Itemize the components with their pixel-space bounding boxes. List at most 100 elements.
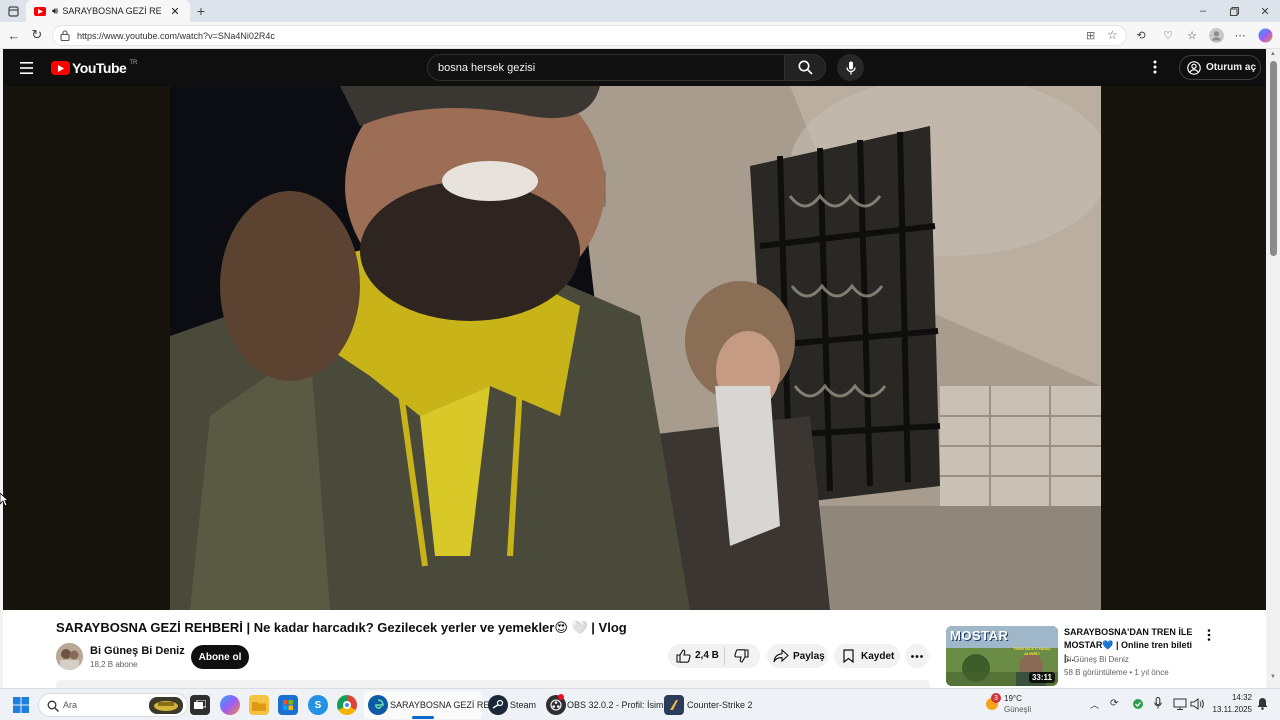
scroll-down-icon[interactable]: ▼ (1270, 674, 1276, 680)
new-tab-icon[interactable]: + (193, 3, 209, 19)
subscribe-button[interactable]: Abone ol (191, 645, 249, 669)
channel-name[interactable]: Bi Güneş Bi Deniz (90, 645, 185, 657)
page-scrollbar[interactable]: ▲ ▼ (1267, 49, 1280, 688)
close-window-icon[interactable]: ✕ (1257, 3, 1273, 19)
dislike-button[interactable] (734, 649, 749, 666)
favorite-star-icon[interactable]: ☆ (1107, 28, 1118, 42)
subscriber-count: 18,2 B abone (90, 660, 138, 669)
notification-bell-icon[interactable] (1257, 697, 1268, 715)
profile-avatar-icon[interactable] (1208, 27, 1224, 43)
copilot-icon[interactable] (1257, 27, 1273, 43)
taskbar-app-label: Counter-Strike 2 (687, 700, 753, 710)
weather-temp: 19°C (1004, 694, 1022, 703)
microphone-tray-icon[interactable] (1154, 697, 1162, 712)
like-button[interactable] (676, 649, 691, 666)
site-info-icon[interactable] (60, 30, 70, 43)
windows-start-icon[interactable] (13, 697, 29, 718)
active-indicator (412, 716, 434, 719)
video-player[interactable] (3, 86, 1266, 610)
account-circle-icon (1187, 61, 1201, 78)
video-duration: 33:11 (1028, 672, 1055, 683)
scroll-up-icon[interactable]: ▲ (1270, 51, 1276, 57)
app-available-icon[interactable]: ⊞ (1086, 29, 1095, 42)
description-box[interactable] (56, 680, 930, 688)
youtube-logo-text: YouTube (72, 60, 127, 76)
youtube-favicon-icon (34, 6, 46, 16)
taskbar-search-icon (47, 699, 59, 717)
scrollbar-thumb[interactable] (1270, 61, 1277, 256)
thumbnail-text: MOSTAR (950, 628, 1009, 643)
taskbar-search-box[interactable]: Ara (38, 693, 188, 717)
browser-tab-active[interactable]: 🔊︎ SARAYBOSNA GEZİ REHBERİ ✕ (26, 0, 190, 22)
thumbs-up-icon (676, 649, 691, 663)
youtube-play-icon (51, 61, 70, 75)
weather-widget[interactable]: 3 19°C Güneşli (982, 693, 1042, 717)
microsoft-store-icon[interactable] (278, 695, 298, 715)
favorites-icon[interactable]: ☆ (1184, 27, 1200, 43)
refresh-icon[interactable]: ↻ (29, 27, 45, 43)
sync-tray-icon[interactable]: ⟳ (1110, 698, 1118, 709)
taskbar-app-edge[interactable]: SARAYBOSNA GEZİ REH (364, 691, 496, 719)
voice-search-button[interactable] (837, 54, 864, 81)
guide-menu-icon[interactable] (20, 61, 33, 79)
channel-avatar[interactable] (56, 643, 83, 670)
search-button[interactable] (784, 54, 826, 81)
back-icon[interactable]: ← (6, 27, 22, 43)
skype-icon[interactable]: S (308, 695, 328, 715)
file-explorer-icon[interactable] (249, 695, 269, 715)
settings-more-icon[interactable]: ⋯ (1232, 27, 1248, 43)
taskbar-search-placeholder: Ara (63, 700, 78, 710)
sign-in-button[interactable]: Oturum aç (1179, 55, 1261, 80)
microphone-icon (845, 61, 856, 74)
taskbar-app-steam[interactable]: Steam (486, 691, 538, 719)
recommended-thumbnail[interactable]: MOSTAR TREN BİLETİ NASIL ALINIR? 33:11 (946, 626, 1058, 686)
taskbar-app-cs2[interactable]: Counter-Strike 2 (662, 691, 762, 719)
like-count: 2,4 B (695, 650, 719, 661)
taskbar-app-label: Steam (510, 700, 537, 710)
search-query: bosna hersek gezisi (438, 61, 536, 74)
chrome-icon[interactable] (337, 695, 357, 715)
recommended-channel[interactable]: Bi Güneş Bi Deniz (1064, 655, 1129, 664)
share-label: Paylaş (793, 650, 825, 662)
settings-kebab-icon[interactable] (1153, 60, 1157, 79)
tab-title: SARAYBOSNA GEZİ REHBERİ (62, 6, 162, 16)
network-tray-icon[interactable] (1173, 697, 1187, 715)
more-actions-button[interactable] (905, 644, 929, 668)
clock-date[interactable]: 13.11.2025 (1208, 705, 1252, 714)
volume-tray-icon[interactable] (1190, 697, 1204, 715)
task-view-icon[interactable] (190, 695, 210, 715)
video-title: SARAYBOSNA GEZİ REHBERİ | Ne kadar harca… (56, 620, 627, 635)
like-divider (724, 647, 725, 665)
extensions-icon[interactable]: ⟲ (1133, 27, 1149, 43)
share-icon (773, 648, 789, 666)
youtube-logo[interactable]: YouTube TR (51, 60, 137, 76)
share-button[interactable]: Paylaş (767, 644, 828, 668)
clock-time[interactable]: 14:32 (1210, 693, 1252, 702)
security-tray-icon[interactable] (1132, 697, 1144, 715)
save-button[interactable]: Kaydet (834, 644, 900, 668)
taskbar-app-label: OBS 32.0.2 - Profil: İsims (567, 700, 669, 710)
audio-playing-icon[interactable]: 🔊︎ (52, 6, 58, 17)
tab-actions-icon[interactable] (5, 3, 21, 19)
counter-strike-icon (664, 695, 684, 715)
save-label: Kaydet (861, 650, 895, 662)
close-tab-icon[interactable]: ✕ (170, 5, 179, 18)
taskbar-app-obs[interactable]: OBS 32.0.2 - Profil: İsims (544, 691, 668, 719)
recording-badge-icon (558, 694, 564, 700)
show-hidden-icons-chevron-icon[interactable]: ︿ (1090, 698, 1099, 711)
recommended-menu-icon[interactable] (1207, 628, 1211, 646)
copilot-taskbar-icon[interactable] (220, 695, 240, 715)
search-input[interactable]: bosna hersek gezisi (427, 54, 785, 81)
video-frame-image (170, 86, 1101, 610)
minimize-icon[interactable]: – (1195, 3, 1211, 19)
bookmark-icon (843, 649, 854, 666)
taskbar-app-label: SARAYBOSNA GEZİ REH (390, 700, 496, 710)
address-bar[interactable]: https://www.youtube.com/watch?v=SNa4Ni02… (52, 25, 1127, 46)
browser-essentials-icon[interactable]: ♡ (1160, 27, 1176, 43)
search-icon (798, 60, 813, 75)
mouse-cursor-icon (0, 492, 10, 512)
restore-icon[interactable] (1226, 3, 1242, 19)
like-dislike-group: 2,4 B (668, 644, 760, 668)
windows-taskbar: Ara S SARAYBOSNA GEZİ REH Steam OBS 32.0 (0, 688, 1280, 720)
video-frame[interactable] (170, 86, 1101, 610)
